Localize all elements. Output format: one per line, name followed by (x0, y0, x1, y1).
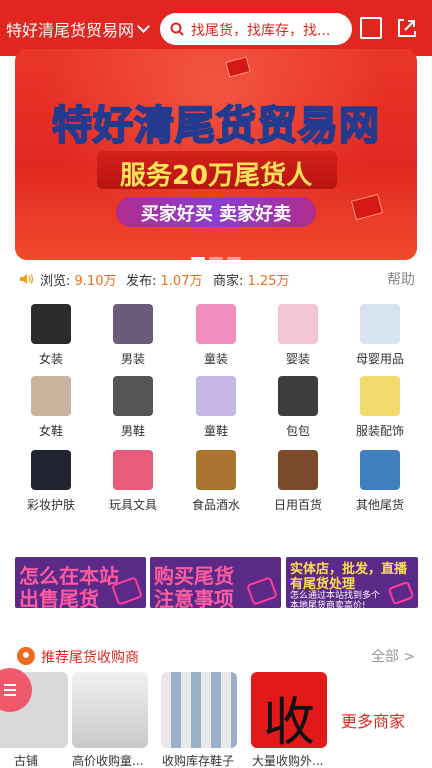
womens-clothing-icon (31, 304, 71, 344)
ad-text: 出售尾货 (19, 587, 99, 608)
category-label: 男装 (120, 352, 145, 366)
category-item[interactable]: 童鞋 (175, 376, 257, 439)
share-icon[interactable] (395, 16, 419, 40)
view-all-link[interactable]: 全部 > (371, 646, 415, 666)
category-label: 其他尾货 (355, 498, 404, 512)
ad-text: 注意事项 (154, 587, 234, 608)
speaker-icon (20, 274, 34, 284)
views-stat: 浏览: 9.10万 (40, 270, 116, 289)
category-item[interactable]: 食品酒水 (175, 450, 257, 513)
find-buyers-banner[interactable]: 实体店，批发，直播 有尾货处理 怎么通过本站找到多个 本地尾货商卖高价! (286, 557, 418, 608)
category-item[interactable]: 婴装 (257, 304, 339, 367)
buyer-card-logo[interactable]: 收 (251, 672, 327, 748)
category-label: 食品酒水 (191, 498, 240, 512)
buyer-card-image[interactable] (72, 672, 148, 748)
category-item[interactable]: 母婴用品 (339, 304, 421, 367)
pointer-hand-icon (246, 576, 278, 606)
section-title: 推荐尾货收购商 (41, 650, 139, 666)
kids-shoes-icon (196, 376, 236, 416)
help-link[interactable]: 帮助 (387, 269, 415, 289)
carousel-dot (209, 257, 223, 260)
carousel-dot (191, 257, 205, 260)
category-item[interactable]: 玩具文具 (92, 450, 174, 513)
pointer-hand-icon (387, 580, 415, 606)
bag-icon (278, 376, 318, 416)
site-stats: 浏览: 9.10万 发布: 1.07万 商家: 1.25万 (20, 270, 420, 290)
category-label: 母婴用品 (355, 352, 404, 366)
womens-shoes-icon (31, 376, 71, 416)
category-label: 男鞋 (120, 424, 145, 438)
category-label: 服装配饰 (355, 424, 404, 438)
category-item[interactable]: 女装 (10, 304, 92, 367)
maternity-baby-icon (360, 304, 400, 344)
search-icon (170, 22, 184, 36)
search-input[interactable]: 找尾货，找库存，找... (191, 20, 346, 40)
banner-subtitle: 服务20万尾货人 (119, 161, 313, 191)
merchants-stat: 商家: 1.25万 (213, 270, 289, 289)
square-icon[interactable] (360, 17, 382, 39)
category-item[interactable]: 男鞋 (92, 376, 174, 439)
merchants-label: 商家: (213, 274, 244, 289)
category-label: 女装 (38, 352, 63, 366)
buyer-name[interactable]: 古铺 (14, 752, 38, 768)
category-item[interactable]: 包包 (257, 376, 339, 439)
top-bar: 特好清尾货贸易网 找尾货，找库存，找... (0, 0, 432, 56)
other-goods-icon (360, 450, 400, 490)
site-name-dropdown[interactable]: 特好清尾货贸易网 (6, 17, 134, 41)
accessories-icon (360, 376, 400, 416)
category-item[interactable]: 日用百货 (257, 450, 339, 513)
banner-title: 特好清尾货贸易网 (51, 102, 380, 150)
carousel-indicator (191, 245, 245, 260)
category-label: 童鞋 (203, 424, 228, 438)
kids-clothing-icon (196, 304, 236, 344)
category-item[interactable]: 彩妆护肤 (10, 450, 92, 513)
buyer-logo-char: 收 (262, 693, 315, 748)
buyer-name[interactable]: 大量收购外... (252, 752, 323, 768)
carousel-dot (227, 257, 241, 260)
chevron-down-icon[interactable] (137, 20, 150, 33)
baby-clothing-icon (278, 304, 318, 344)
category-item[interactable]: 童装 (175, 304, 257, 367)
category-label: 日用百货 (273, 498, 322, 512)
buyer-name[interactable]: 高价收购童... (72, 752, 143, 768)
views-value: 9.10万 (74, 274, 117, 289)
mens-shoes-icon (113, 376, 153, 416)
category-label: 包包 (285, 424, 310, 438)
category-item[interactable]: 女鞋 (10, 376, 92, 439)
promo-banner[interactable]: 特好清尾货贸易网 服务20万尾货人 买家好买 卖家好卖 (15, 49, 417, 260)
buying-notice-banner[interactable]: 购买尾货 注意事项 (150, 557, 281, 608)
ad-text: 本地尾货商卖高价! (290, 601, 366, 608)
banner-tagline: 买家好买 卖家好卖 (140, 204, 292, 225)
posts-stat: 发布: 1.07万 (126, 270, 202, 289)
cosmetics-icon (31, 450, 71, 490)
category-item[interactable]: 男装 (92, 304, 174, 367)
how-to-sell-banner[interactable]: 怎么在本站 出售尾货 (15, 557, 146, 608)
merchants-value: 1.25万 (247, 274, 290, 289)
posts-label: 发布: (126, 274, 157, 289)
mens-clothing-icon (113, 304, 153, 344)
location-pin-icon (17, 647, 35, 665)
views-label: 浏览: (40, 274, 71, 289)
posts-value: 1.07万 (160, 274, 203, 289)
daily-goods-icon (278, 450, 318, 490)
category-label: 童装 (203, 352, 228, 366)
buyer-card-image[interactable] (161, 672, 237, 748)
category-label: 玩具文具 (108, 498, 157, 512)
more-merchants-link[interactable]: 更多商家 (341, 708, 405, 732)
category-label: 女鞋 (38, 424, 63, 438)
toys-stationery-icon (113, 450, 153, 490)
category-label: 彩妆护肤 (26, 498, 75, 512)
category-label: 婴装 (285, 352, 310, 366)
category-item[interactable]: 服装配饰 (339, 376, 421, 439)
category-item[interactable]: 其他尾货 (339, 450, 421, 513)
food-drinks-icon (196, 450, 236, 490)
buyer-name[interactable]: 收购库存鞋子 (162, 752, 234, 768)
search-bar[interactable]: 找尾货，找库存，找... (160, 13, 352, 45)
